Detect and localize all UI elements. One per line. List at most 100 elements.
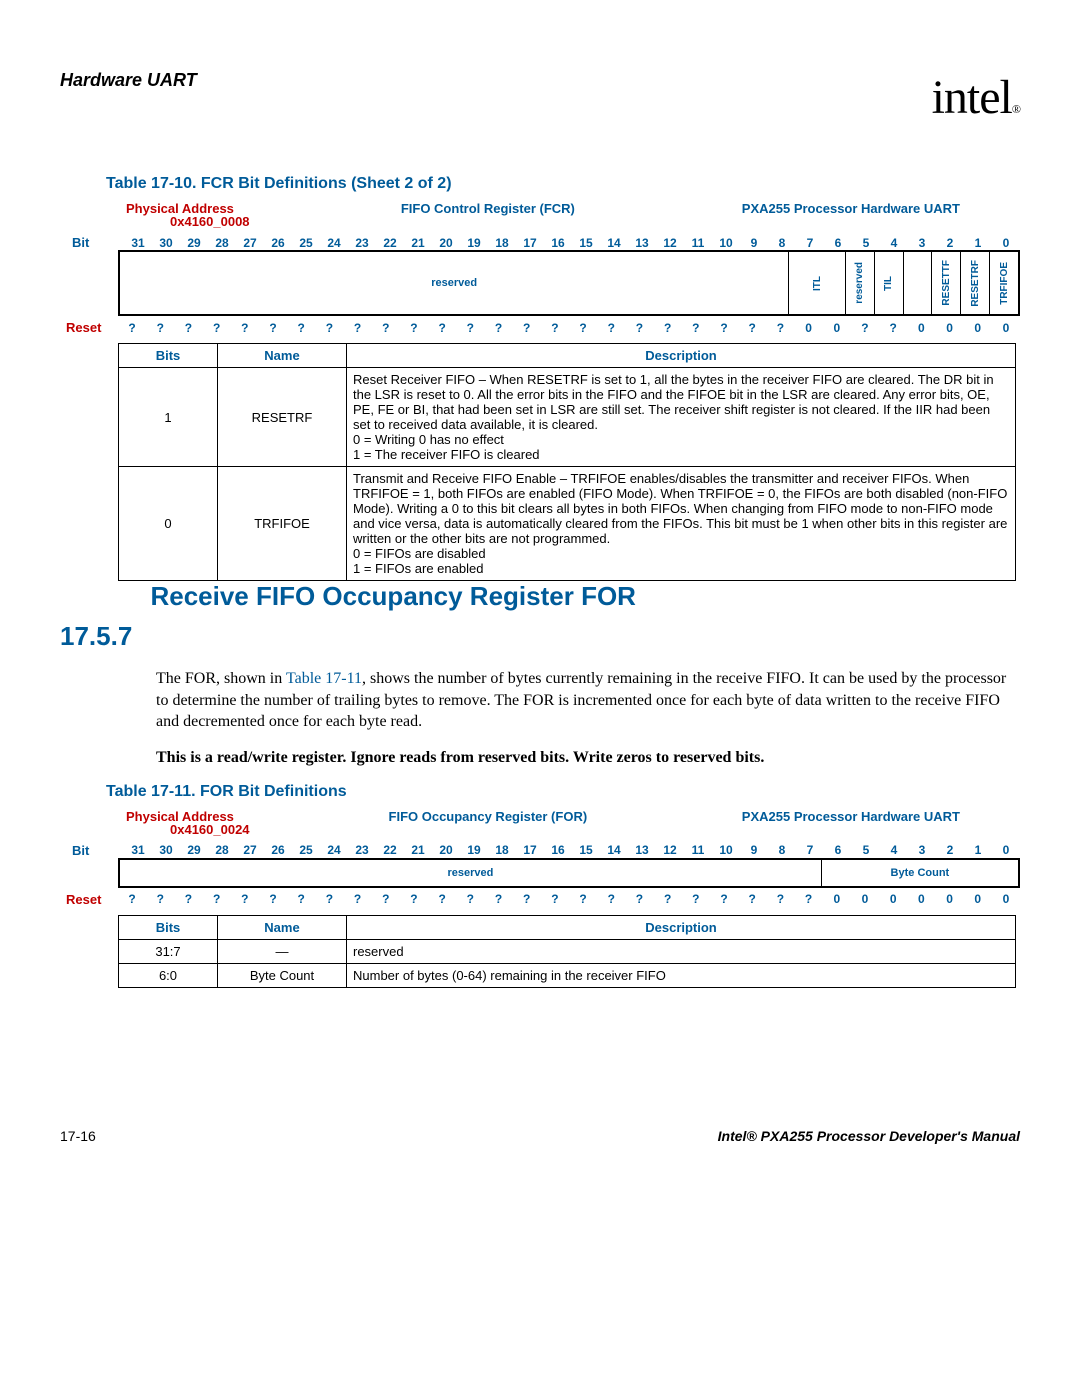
bit-number: 4 bbox=[880, 843, 908, 857]
bit-number: 22 bbox=[376, 843, 404, 857]
bit-number: 10 bbox=[712, 843, 740, 857]
reset-value: ? bbox=[597, 892, 625, 906]
bit-field: RESETRF bbox=[960, 252, 989, 314]
table2-title: Table 17-11. FOR Bit Definitions bbox=[106, 783, 1020, 801]
reset-value: ? bbox=[795, 892, 823, 906]
cell-name: TRFIFOE bbox=[218, 467, 347, 581]
table-row: 6:0Byte CountNumber of bytes (0-64) rema… bbox=[119, 963, 1016, 987]
table1-bit-row: Bit 313029282726252423222120191817161514… bbox=[66, 235, 1020, 250]
table2-def: Bits Name Description 31:7—reserved6:0By… bbox=[118, 915, 1016, 988]
hdr-name: Name bbox=[218, 344, 347, 368]
section-number: 17.5.7 bbox=[60, 621, 146, 652]
bit-field bbox=[903, 252, 932, 314]
reset-value: ? bbox=[569, 321, 597, 335]
table-header-row: Bits Name Description bbox=[119, 915, 1016, 939]
page-number: 17-16 bbox=[60, 1128, 96, 1144]
reset-value: ? bbox=[569, 892, 597, 906]
bit-number: 30 bbox=[152, 843, 180, 857]
bit-field: Byte Count bbox=[821, 860, 1018, 886]
reset-value: ? bbox=[541, 892, 569, 906]
reset-value: ? bbox=[625, 892, 653, 906]
bit-number: 9 bbox=[740, 843, 768, 857]
cell-desc: Reset Receiver FIFO – When RESETRF is se… bbox=[347, 368, 1016, 467]
bit-field: reserved bbox=[845, 252, 874, 314]
bit-number: 1 bbox=[964, 236, 992, 250]
hdr-name2: Name bbox=[218, 915, 347, 939]
table1-bits: 3130292827262524232221201918171615141312… bbox=[124, 236, 1020, 250]
bit-number: 21 bbox=[404, 236, 432, 250]
reset-value: ? bbox=[682, 892, 710, 906]
bit-number: 6 bbox=[824, 843, 852, 857]
section-header: 17.5.7 Receive FIFO Occupancy Register F… bbox=[60, 581, 1020, 652]
reset-value: ? bbox=[513, 892, 541, 906]
reset-value: ? bbox=[710, 892, 738, 906]
cell-bits: 0 bbox=[119, 467, 218, 581]
cell-desc: Number of bytes (0-64) remaining in the … bbox=[347, 963, 1016, 987]
reset-value: 0 bbox=[823, 321, 851, 335]
reset-value: ? bbox=[625, 321, 653, 335]
reset-value: 0 bbox=[964, 321, 992, 335]
reset-value: ? bbox=[287, 321, 315, 335]
bit-number: 3 bbox=[908, 843, 936, 857]
reset-value: 0 bbox=[992, 321, 1020, 335]
bit-number: 2 bbox=[936, 843, 964, 857]
reset-value: ? bbox=[456, 892, 484, 906]
manual-title: Intel® PXA255 Processor Developer's Manu… bbox=[718, 1128, 1020, 1144]
hdr-bits2: Bits bbox=[119, 915, 218, 939]
reset-value: ? bbox=[372, 321, 400, 335]
reset-value: 0 bbox=[935, 892, 963, 906]
reset-value: ? bbox=[484, 892, 512, 906]
section-para2: This is a read/write register. Ignore re… bbox=[156, 749, 1020, 767]
bit-number: 9 bbox=[740, 236, 768, 250]
reset-value: ? bbox=[174, 321, 202, 335]
hdr-desc2: Description bbox=[347, 915, 1016, 939]
reset-label2: Reset bbox=[66, 892, 118, 907]
bit-number: 26 bbox=[264, 236, 292, 250]
reset-value: 0 bbox=[823, 892, 851, 906]
reset-value: ? bbox=[344, 892, 372, 906]
reset-value: ? bbox=[203, 321, 231, 335]
table2-reset-row: Reset ?????????????????????????0000000 bbox=[66, 892, 1020, 907]
bit-number: 20 bbox=[432, 236, 460, 250]
intel-logo: intel® bbox=[932, 70, 1020, 125]
table1-fields: reservedITLreservedTILRESETTFRESETRFTRFI… bbox=[118, 250, 1020, 316]
table2-regname: FIFO Occupancy Register (FOR) bbox=[389, 809, 588, 824]
reset-value: ? bbox=[710, 321, 738, 335]
reset-value: ? bbox=[738, 321, 766, 335]
reset-value: ? bbox=[428, 892, 456, 906]
bit-field: TIL bbox=[874, 252, 903, 314]
page: Hardware UART intel® Table 17-10. FCR Bi… bbox=[0, 0, 1080, 1184]
cell-name: RESETRF bbox=[218, 368, 347, 467]
bit-number: 5 bbox=[852, 236, 880, 250]
page-footer: 17-16 Intel® PXA255 Processor Developer'… bbox=[60, 1128, 1020, 1144]
cell-name: Byte Count bbox=[218, 963, 347, 987]
bit-number: 24 bbox=[320, 843, 348, 857]
bit-field: RESETTF bbox=[931, 252, 960, 314]
bit-number: 8 bbox=[768, 236, 796, 250]
reset-value: 0 bbox=[907, 892, 935, 906]
bit-number: 30 bbox=[152, 236, 180, 250]
reset-value: ? bbox=[259, 892, 287, 906]
reset-value: ? bbox=[400, 892, 428, 906]
bit-number: 11 bbox=[684, 843, 712, 857]
reset-value: ? bbox=[513, 321, 541, 335]
table1-def: Bits Name Description 1RESETRFReset Rece… bbox=[118, 343, 1016, 581]
table-link[interactable]: Table 17-11 bbox=[286, 670, 362, 687]
reset-value: ? bbox=[766, 892, 794, 906]
bit-number: 26 bbox=[264, 843, 292, 857]
reset-label: Reset bbox=[66, 320, 118, 335]
bit-number: 10 bbox=[712, 236, 740, 250]
bit-number: 28 bbox=[208, 843, 236, 857]
cell-desc: Transmit and Receive FIFO Enable – TRFIF… bbox=[347, 467, 1016, 581]
reset-value: 0 bbox=[879, 892, 907, 906]
reset-value: ? bbox=[484, 321, 512, 335]
bit-number: 15 bbox=[572, 236, 600, 250]
reset-value: ? bbox=[428, 321, 456, 335]
bit-number: 19 bbox=[460, 843, 488, 857]
bit-number: 4 bbox=[880, 236, 908, 250]
table1-title: Table 17-10. FCR Bit Definitions (Sheet … bbox=[106, 175, 1020, 193]
table2-fields: reservedByte Count bbox=[118, 858, 1020, 888]
reset-value: ? bbox=[456, 321, 484, 335]
page-header: Hardware UART intel® bbox=[60, 70, 1020, 125]
reset-value: ? bbox=[400, 321, 428, 335]
